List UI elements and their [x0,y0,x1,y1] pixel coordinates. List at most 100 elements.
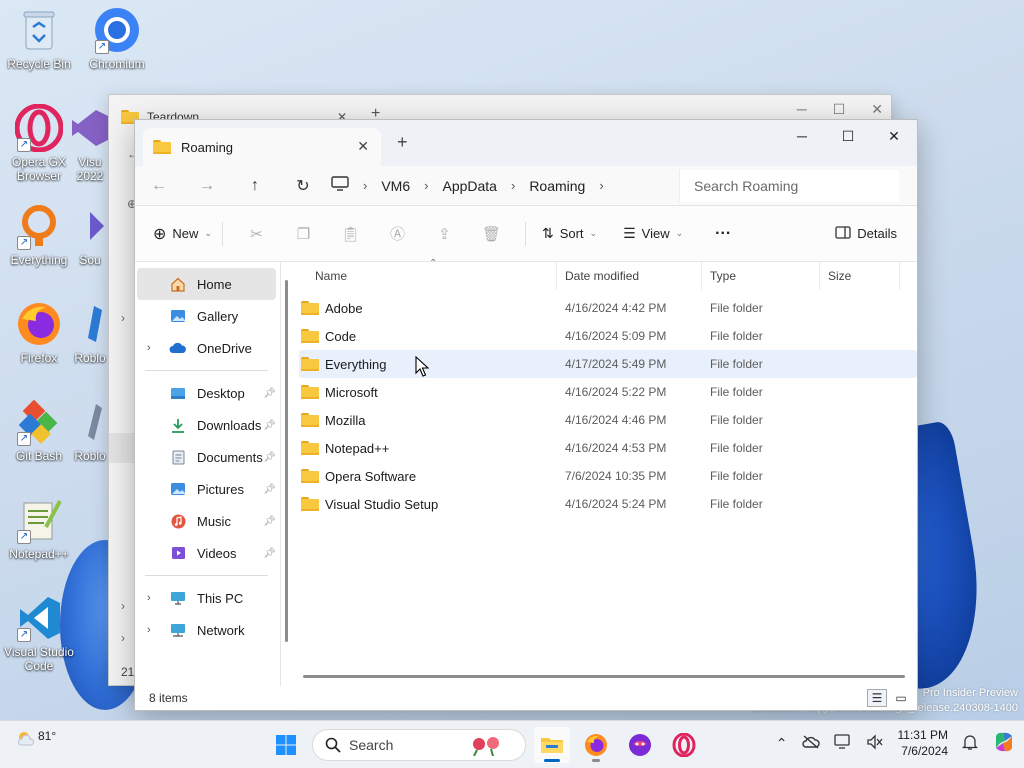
more-options-button[interactable]: ··· [715,225,731,243]
desktop-icon-recycle-bin[interactable]: Recycle Bin [3,6,75,71]
desktop-icon-notepad-plus-plus[interactable]: ↗ Notepad++ [3,496,75,561]
table-row[interactable]: Visual Studio Setup 4/16/2024 5:24 PM Fi… [299,490,917,518]
pin-icon[interactable]: 📌︎ [263,516,276,527]
pin-icon[interactable]: 📌︎ [263,548,276,559]
desktop-icon-firefox[interactable]: Firefox [3,300,75,365]
desktop-icon-chromium[interactable]: ↗ Chromium [81,6,153,71]
column-date-modified[interactable]: Date modified [557,262,702,290]
table-row[interactable]: Notepad++ 4/16/2024 4:53 PM File folder [299,434,917,462]
delete-icon[interactable]: 🗑︎ [468,225,515,243]
view-button[interactable]: ☰ View ⌄ [623,225,683,242]
minimize-icon[interactable]: ─ [797,101,807,118]
back-icon[interactable]: ← [135,177,183,195]
nav-item-gallery[interactable]: Gallery [135,300,280,332]
notification-bell-icon[interactable] [961,733,979,754]
breadcrumb[interactable]: › VM6 › AppData › Roaming › [331,170,671,202]
maximize-icon[interactable]: ☐ [833,101,846,118]
this-pc-icon[interactable] [331,176,349,195]
table-row[interactable]: Microsoft 4/16/2024 5:22 PM File folder [299,378,917,406]
nav-item-desktop[interactable]: Desktop 📌︎ [135,377,280,409]
breadcrumb-item[interactable]: VM6 [381,178,410,194]
refresh-icon[interactable]: ↻ [279,176,327,196]
clock[interactable]: 11:31 PM 7/6/2024 [898,727,948,759]
chevron-up-icon[interactable]: ⌃ [776,735,788,752]
chevron-right-icon[interactable]: › [599,178,603,193]
breadcrumb-item[interactable]: AppData [442,178,496,194]
desktop-icon-roblox[interactable]: Roblo [68,300,112,365]
taskbar-opera[interactable] [666,727,702,763]
paste-icon[interactable]: 📋︎ [327,225,374,243]
nav-item-documents[interactable]: Documents 📌︎ [135,441,280,473]
forward-icon[interactable]: → [183,177,231,195]
tab-roaming[interactable]: Roaming ✕ [143,128,381,166]
share-icon[interactable]: ⇪ [421,225,468,243]
maximize-button[interactable]: ☐ [825,120,871,152]
breadcrumb-item[interactable]: Roaming [529,178,585,194]
desktop-icon-visual-studio[interactable]: Visu 2022 [68,104,112,183]
taskbar-file-explorer[interactable] [534,727,570,763]
nav-item-home[interactable]: Home [137,268,276,300]
chevron-right-icon[interactable]: › [511,178,515,193]
taskbar-firefox[interactable] [578,727,614,763]
pin-icon[interactable]: 📌︎ [263,388,276,399]
table-row[interactable]: Opera Software 7/6/2024 10:35 PM File fo… [299,462,917,490]
column-type[interactable]: Type [702,262,820,290]
desktop-icon-roblox-studio[interactable]: Roblo [68,398,112,463]
chevron-right-icon[interactable]: › [363,178,367,193]
nav-item-videos[interactable]: Videos 📌︎ [135,537,280,569]
rename-icon[interactable]: Ⓐ [374,223,421,244]
chevron-right-icon[interactable]: › [121,599,125,613]
start-button[interactable] [268,727,304,763]
horizontal-scrollbar[interactable] [303,675,905,678]
network-display-icon[interactable] [833,733,852,753]
close-button[interactable]: ✕ [871,120,917,152]
chevron-right-icon[interactable]: › [424,178,428,193]
chevron-right-icon[interactable]: › [147,624,151,636]
search-input[interactable]: Search Roaming [679,169,899,202]
new-tab-button[interactable]: + [397,132,408,153]
pin-icon[interactable]: 📌︎ [263,452,276,463]
title-bar[interactable]: Roaming ✕ + ─ ☐ ✕ [135,120,917,166]
nav-item-network[interactable]: › Network [135,614,280,646]
minimize-button[interactable]: ─ [779,120,825,152]
nav-item-onedrive[interactable]: › OneDrive [135,332,280,364]
pin-icon[interactable]: 📌︎ [263,420,276,431]
close-icon[interactable]: ✕ [871,101,883,118]
details-view-icon[interactable]: ☰ [867,689,887,707]
nav-item-pictures[interactable]: Pictures 📌︎ [135,473,280,505]
sort-button[interactable]: ⇅ Sort ⌄ [542,225,597,242]
taskbar-search[interactable]: Search [312,729,526,761]
up-icon[interactable]: ↑ [231,177,279,195]
details-pane-button[interactable]: Details [835,225,897,242]
pin-icon[interactable]: 📌︎ [263,484,276,495]
chevron-right-icon[interactable]: › [147,342,151,354]
desktop-icon-sound[interactable]: Sou [68,202,112,267]
table-row[interactable]: Code 4/16/2024 5:09 PM File folder [299,322,917,350]
column-name[interactable]: Name [299,262,557,290]
tiles-view-icon[interactable]: ▭ [891,689,911,707]
nav-item-music[interactable]: Music 📌︎ [135,505,280,537]
tab-close-icon[interactable]: ✕ [357,138,369,155]
new-button[interactable]: ⊕ New ⌄ [153,224,212,244]
cloud-sync-icon[interactable] [801,734,820,752]
column-size[interactable]: Size [820,262,900,290]
desktop-icon-vscode[interactable]: ↗ Visual Studio Code [3,594,75,673]
chevron-right-icon[interactable]: › [121,631,125,645]
file-list[interactable]: ⌃ Name Date modified Type Size Adobe 4/1… [281,258,917,686]
cut-icon[interactable]: ✂ [233,225,280,243]
desktop-icon-opera-gx[interactable]: ↗ Opera GX Browser [3,104,75,183]
copilot-icon[interactable] [992,730,1016,757]
desktop-icon-git-bash[interactable]: ↗ Git Bash [3,398,75,463]
desktop-icon-everything[interactable]: ↗ Everything [3,202,75,267]
file-explorer-window[interactable]: Roaming ✕ + ─ ☐ ✕ ← → ↑ ↻ › VM6 › AppDat… [134,119,918,711]
table-row[interactable]: Mozilla 4/16/2024 4:46 PM File folder [299,406,917,434]
navigation-pane[interactable]: Home Gallery › OneDrive Desktop 📌︎ Downl… [135,262,288,686]
copy-icon[interactable]: ❐ [280,225,327,243]
chevron-right-icon[interactable]: › [147,592,151,604]
weather-widget[interactable]: 81° [16,729,56,749]
volume-muted-icon[interactable] [866,733,884,753]
chevron-right-icon[interactable]: › [121,311,125,325]
nav-item-this-pc[interactable]: › This PC [135,582,280,614]
table-row[interactable]: Everything 4/17/2024 5:49 PM File folder [299,350,917,378]
table-row[interactable]: Adobe 4/16/2024 4:42 PM File folder [299,294,917,322]
